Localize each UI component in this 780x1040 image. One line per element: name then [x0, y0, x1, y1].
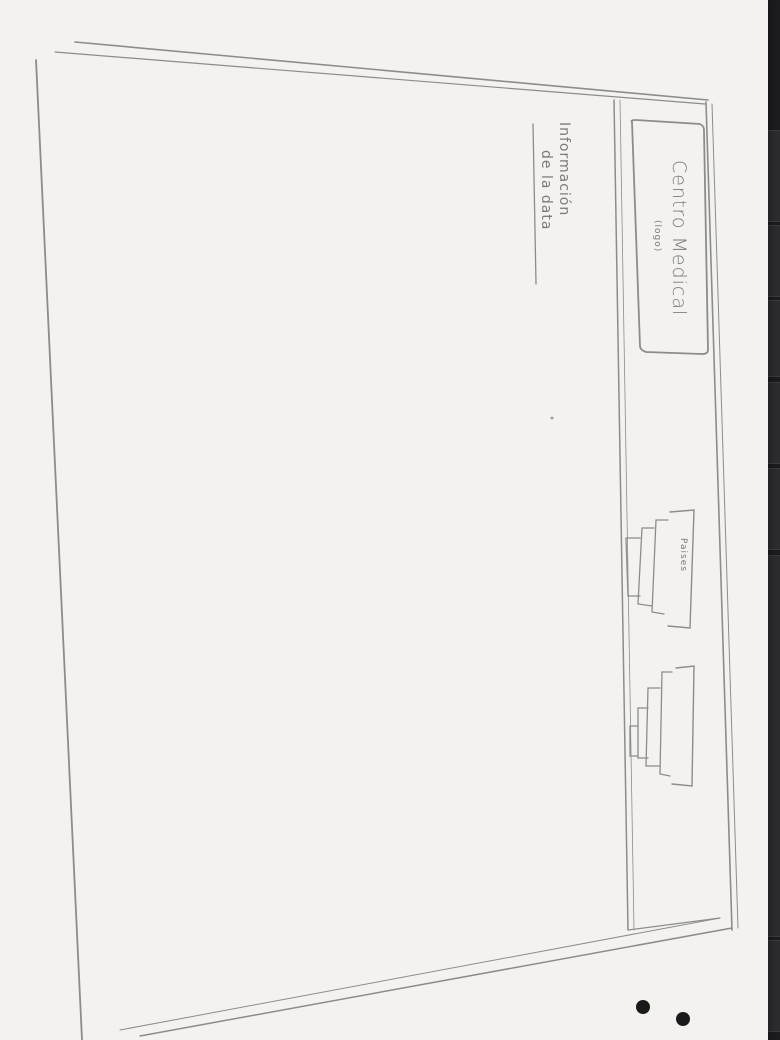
- binder-ring: [636, 1000, 650, 1014]
- pencil-dot: [550, 416, 554, 420]
- header-divider: [619, 99, 635, 931]
- logo-label: Centro Medical: [668, 160, 690, 317]
- wireframe-sketch: [35, 41, 739, 1040]
- logo-sublabel: (logo): [652, 220, 662, 253]
- frame-top-line: [74, 41, 709, 101]
- nav-item-paises[interactable]: Paises: [678, 538, 688, 572]
- stack-icon: [659, 671, 673, 777]
- frame-right-line: [711, 103, 739, 929]
- stack-icon: [645, 687, 661, 767]
- info-subtitle: de la data: [538, 150, 554, 231]
- frame-bottom-line: [139, 927, 733, 1037]
- stack-icon: [651, 519, 669, 615]
- binder-ring: [676, 1012, 690, 1026]
- frame-left-line: [35, 59, 83, 1040]
- sketch-paper: Centro Medical (logo) Información de la …: [0, 0, 768, 1040]
- nav-tab-outline: [671, 665, 695, 787]
- info-underline: [532, 123, 537, 285]
- frame-top-line: [54, 51, 706, 105]
- info-title: Información: [556, 122, 572, 217]
- photo-scene: Centro Medical (logo) Información de la …: [0, 0, 780, 1040]
- stack-icon: [637, 527, 655, 607]
- header-bottom-edge: [627, 917, 721, 931]
- frame-bottom-line: [119, 917, 721, 1031]
- frame-right-line: [705, 101, 733, 931]
- header-divider: [613, 99, 629, 931]
